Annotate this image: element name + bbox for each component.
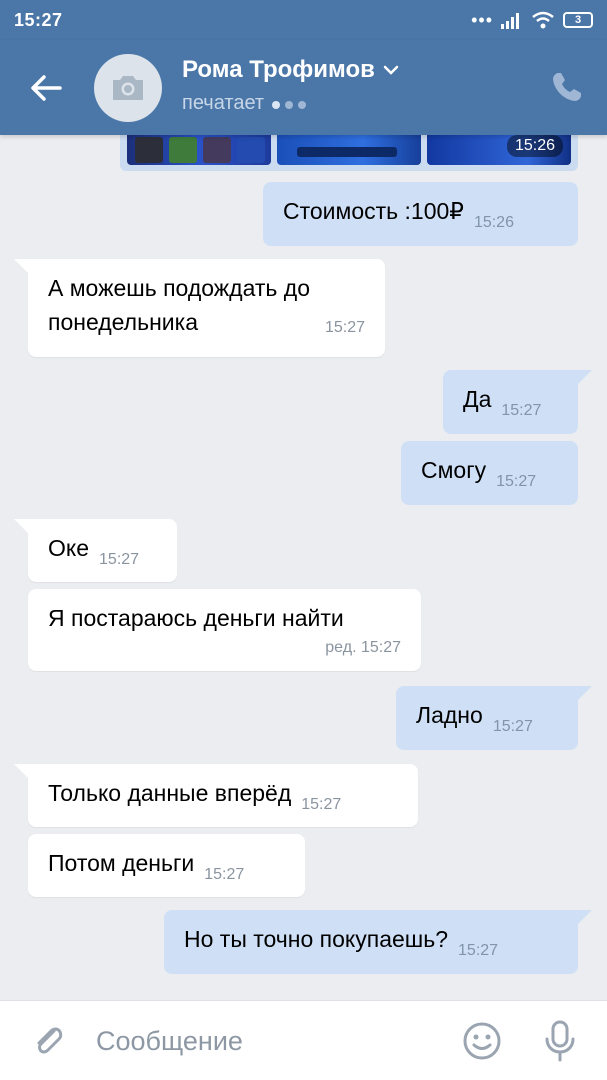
message-bubble-incoming[interactable]: А можешь подождать до понедельника 15:27 <box>14 259 385 357</box>
photo-thumbnail[interactable] <box>277 135 421 165</box>
photo-thumbnail[interactable] <box>127 135 271 165</box>
message-bubble-incoming[interactable]: Потом деньги 15:27 <box>28 834 305 897</box>
status-icons: ••• 3 <box>471 10 593 31</box>
message-time: 15:27 <box>324 319 365 336</box>
message-bubble-incoming[interactable]: Я постараюсь деньги найти ред. 15:27 <box>28 589 421 671</box>
message-text: Я постараюсь деньги найти <box>48 605 344 631</box>
photo-attachments[interactable]: 15:26 <box>120 135 578 171</box>
typing-status: печатает <box>182 92 311 115</box>
message-time: 15:27 <box>458 942 499 959</box>
status-bar: 15:27 ••• 3 <box>0 0 607 40</box>
message-time: 15:26 <box>473 214 514 231</box>
message-bubble-outgoing[interactable]: Смогу 15:27 <box>401 441 578 505</box>
message-bubble-outgoing[interactable]: Стоимость :100₽ 15:26 <box>263 182 578 246</box>
camera-icon <box>113 76 143 100</box>
phone-icon[interactable] <box>550 70 584 104</box>
message-bubble-outgoing[interactable]: Ладно 15:27 <box>396 686 592 750</box>
message-composer: Сообщение <box>0 1000 607 1080</box>
chat-header: Рома Трофимов печатает <box>0 40 607 135</box>
battery-level: 3 <box>574 14 582 26</box>
message-list[interactable]: 15:26 Стоимость :100₽ 15:26 А можешь подо… <box>0 135 607 1000</box>
back-arrow-icon[interactable] <box>26 68 66 108</box>
message-text: Но ты точно покупаешь? <box>184 926 449 952</box>
contact-name[interactable]: Рома Трофимов <box>182 56 399 84</box>
paperclip-icon[interactable] <box>28 1021 68 1061</box>
message-bubble-incoming[interactable]: Оке 15:27 <box>14 519 177 582</box>
message-text: Да <box>463 386 492 412</box>
message-bubble-outgoing[interactable]: Но ты точно покупаешь? 15:27 <box>164 910 592 974</box>
photo-time: 15:26 <box>506 135 563 157</box>
message-time: 15:27 <box>492 718 533 735</box>
message-text: Ладно <box>416 702 483 728</box>
message-text: Только данные вперёд <box>48 780 292 806</box>
message-time: 15:27 <box>501 402 542 419</box>
status-time: 15:27 <box>14 9 63 30</box>
message-time: 15:27 <box>496 473 537 490</box>
message-text: Стоимость :100₽ <box>283 198 464 224</box>
avatar[interactable] <box>94 54 162 122</box>
message-text: Потом деньги <box>48 850 195 876</box>
chevron-down-icon <box>383 65 399 75</box>
typing-status-text: печатает <box>182 92 265 114</box>
message-text: Оке <box>48 535 90 561</box>
smile-icon[interactable] <box>462 1021 502 1061</box>
wifi-icon <box>532 11 554 29</box>
signal-icon <box>501 13 519 29</box>
message-time: 15:27 <box>204 866 245 883</box>
message-time: 15:27 <box>301 796 342 813</box>
message-text: А можешь подождать до понедельника <box>48 275 310 335</box>
message-time: 15:27 <box>99 551 140 568</box>
microphone-icon[interactable] <box>540 1019 580 1063</box>
photo-thumbnail[interactable]: 15:26 <box>427 135 571 165</box>
message-bubble-outgoing[interactable]: Да 15:27 <box>443 370 592 434</box>
battery-icon: 3 <box>563 12 593 28</box>
message-time-edited: ред. 15:27 <box>325 639 401 656</box>
message-text: Смогу <box>421 457 487 483</box>
message-bubble-incoming[interactable]: Только данные вперёд 15:27 <box>14 764 418 827</box>
typing-dots-icon <box>272 92 311 115</box>
message-input[interactable]: Сообщение <box>96 1026 243 1057</box>
more-dots-icon: ••• <box>471 9 493 30</box>
contact-name-text: Рома Трофимов <box>182 56 375 83</box>
